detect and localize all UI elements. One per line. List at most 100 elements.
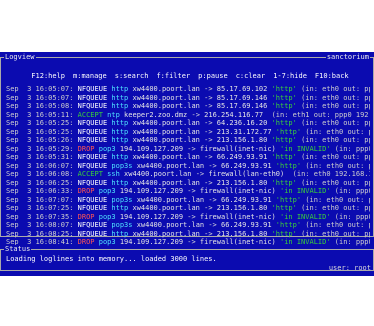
log-interface: (in: eth0 out: ppp0 192. — [301, 153, 370, 161]
log-protocol: pop3 — [98, 238, 116, 246]
log-row[interactable]: Sep 3 16:05:07: NFQUEUE http xw4400.poor… — [6, 94, 370, 103]
log-row[interactable]: Sep 3 16:08:41: DROP pop3 194.109.127.20… — [6, 238, 370, 247]
log-destination: 66.249.93.91 — [221, 161, 272, 170]
log-arrow: -> — [204, 204, 213, 212]
status-title: Status — [4, 245, 32, 254]
log-interface: (in: eth0 out: ppp0 192. — [305, 195, 370, 204]
log-row[interactable]: Sep 3 16:06:33: DROP pop3 194.109.127.20… — [6, 187, 370, 196]
log-row[interactable]: Sep 3 16:07:07: NFQUEUE pop3s xw4400.poo… — [6, 196, 370, 205]
log-timestamp: Sep 3 16:05:07: — [6, 93, 74, 102]
log-row[interactable]: Sep 3 16:05:25: NFQUEUE http xw4400.poor… — [6, 128, 370, 137]
log-destination: 85.17.69.146 — [216, 102, 268, 110]
log-destination: 66.249.93.91 — [221, 221, 272, 229]
log-arrow: -> — [187, 238, 196, 246]
log-interface: (in: eth0 out: ppp0 192. — [301, 229, 370, 238]
log-row[interactable]: Sep 3 16:05:25: NFQUEUE http xw4400.poor… — [6, 119, 370, 128]
log-destination: 85.17.69.146 — [216, 93, 268, 102]
log-row[interactable]: Sep 3 16:07:35: DROP pop3 194.109.127.20… — [6, 213, 370, 222]
log-timestamp: Sep 3 16:05:11: — [6, 110, 74, 119]
log-arrow: -> — [204, 127, 213, 136]
log-arrow: -> — [191, 110, 200, 119]
log-source: xw4400.poort.lan — [132, 136, 200, 144]
log-rule: 'http' — [271, 136, 297, 144]
log-timestamp: Sep 3 16:06:25: — [6, 178, 74, 187]
key-clear[interactable]: c:clear — [236, 72, 266, 81]
log-rule: 'http' — [271, 102, 297, 110]
log-arrow: -> — [204, 119, 213, 127]
log-interface: (in: eth0 out: ppp0 192. — [301, 93, 370, 102]
key-filter[interactable]: f:filter — [156, 72, 190, 81]
key-help[interactable]: F12:help — [31, 72, 65, 81]
log-row[interactable]: Sep 3 16:06:25: NFQUEUE http xw4400.poor… — [6, 179, 370, 188]
log-row[interactable]: Sep 3 16:08:07: NFQUEUE pop3s xw4400.poo… — [6, 221, 370, 230]
log-protocol: http — [111, 127, 129, 136]
log-destination: firewall(inet-nic) — [199, 144, 276, 153]
log-protocol: http — [111, 153, 129, 161]
log-timestamp: Sep 3 16:05:07: — [6, 85, 74, 93]
log-rule: 'in INVALID' — [279, 238, 331, 246]
log-destination: 213.156.1.80 — [216, 204, 268, 212]
status-panel: Status Loading loglines into memory... l… — [0, 245, 374, 271]
log-protocol: http — [111, 229, 129, 238]
log-row[interactable]: Sep 3 16:05:11: ACCEPT ntp keeper2.zoo.d… — [6, 111, 370, 120]
log-rule: 'in INVALID' — [279, 212, 331, 221]
log-timestamp: Sep 3 16:05:26: — [6, 136, 74, 144]
log-destination: 66.249.93.91 — [216, 153, 268, 161]
log-protocol: pop3 — [98, 187, 116, 195]
log-row[interactable]: Sep 3 16:05:07: NFQUEUE http xw4400.poor… — [6, 85, 370, 94]
log-rule: 'http' — [271, 178, 297, 187]
key-back[interactable]: F10:back — [315, 72, 349, 81]
log-timestamp: Sep 3 16:05:25: — [6, 127, 74, 136]
log-arrow: -> — [204, 178, 213, 187]
log-row[interactable]: Sep 3 16:06:08: ACCEPT ssh xw4400.poort.… — [6, 170, 370, 179]
log-timestamp: Sep 3 16:05:25: — [6, 119, 74, 127]
log-row[interactable]: Sep 3 16:05:31: NFQUEUE http xw4400.poor… — [6, 153, 370, 162]
log-interface: (in: eth0 out: ppp0 192. — [301, 136, 370, 144]
key-manage[interactable]: m:manage — [73, 72, 107, 81]
log-source: xw4400.poort.lan — [132, 153, 200, 161]
log-interface: (in: ppp0 194 — [334, 187, 370, 195]
log-interface: (in: eth1 out: ppp0 192.168.0.9 — [271, 110, 370, 119]
log-source: 194.109.127.209 — [119, 144, 184, 153]
log-source: 194.109.127.209 — [119, 212, 184, 221]
log-protocol: http — [111, 136, 129, 144]
log-interface: (in: eth0 out: ppp0 192. — [301, 85, 370, 93]
log-row[interactable]: Sep 3 16:05:29: DROP pop3 194.109.127.20… — [6, 145, 370, 154]
log-source: 194.109.127.209 — [119, 187, 184, 195]
log-row[interactable]: Sep 3 16:05:26: NFQUEUE http xw4400.poor… — [6, 136, 370, 145]
log-protocol: pop3s — [111, 221, 133, 229]
log-arrow: -> — [187, 187, 196, 195]
log-action: DROP — [77, 144, 95, 153]
log-source: xw4400.poort.lan — [124, 170, 192, 178]
log-timestamp: Sep 3 16:07:07: — [6, 195, 74, 204]
log-rule: 'http' — [271, 229, 297, 238]
log-protocol: ntp — [107, 110, 120, 119]
log-row[interactable]: Sep 3 16:08:25: NFQUEUE http xw4400.poor… — [6, 230, 370, 239]
log-source: xw4400.poort.lan — [132, 204, 200, 212]
log-row[interactable]: Sep 3 16:07:25: NFQUEUE http xw4400.poor… — [6, 204, 370, 213]
log-list[interactable]: Sep 3 16:05:07: NFQUEUE http xw4400.poor… — [6, 85, 370, 247]
log-arrow: -> — [204, 153, 213, 161]
log-destination: firewall(inet-nic) — [199, 212, 276, 221]
log-row[interactable]: Sep 3 16:06:07: NFQUEUE pop3s xw4400.poo… — [6, 162, 370, 171]
log-destination: 66.249.93.91 — [221, 195, 272, 204]
log-rule: 'http' — [271, 93, 297, 102]
log-rule: 'http' — [271, 204, 297, 212]
log-arrow: -> — [208, 195, 217, 204]
log-source: xw4400.poort.lan — [132, 229, 200, 238]
log-source: xw4400.poort.lan — [132, 102, 200, 110]
log-source: xw4400.poort.lan — [132, 93, 200, 102]
log-arrow: -> — [204, 85, 213, 93]
log-timestamp: Sep 3 16:06:33: — [6, 187, 74, 195]
log-arrow: -> — [208, 161, 217, 170]
key-search[interactable]: s:search — [115, 72, 149, 81]
key-pause[interactable]: p:pause — [198, 72, 228, 81]
log-row[interactable]: Sep 3 16:05:08: NFQUEUE http xw4400.poor… — [6, 102, 370, 111]
log-interface: (in: ppp0 194 — [334, 144, 370, 153]
log-protocol: http — [111, 85, 129, 93]
log-action: NFQUEUE — [77, 136, 108, 144]
log-destination: firewall(lan-eth0) — [208, 170, 285, 178]
key-hide[interactable]: 1-7:hide — [273, 72, 307, 81]
log-source: xw4400.poort.lan — [136, 221, 205, 229]
log-action: NFQUEUE — [77, 153, 108, 161]
